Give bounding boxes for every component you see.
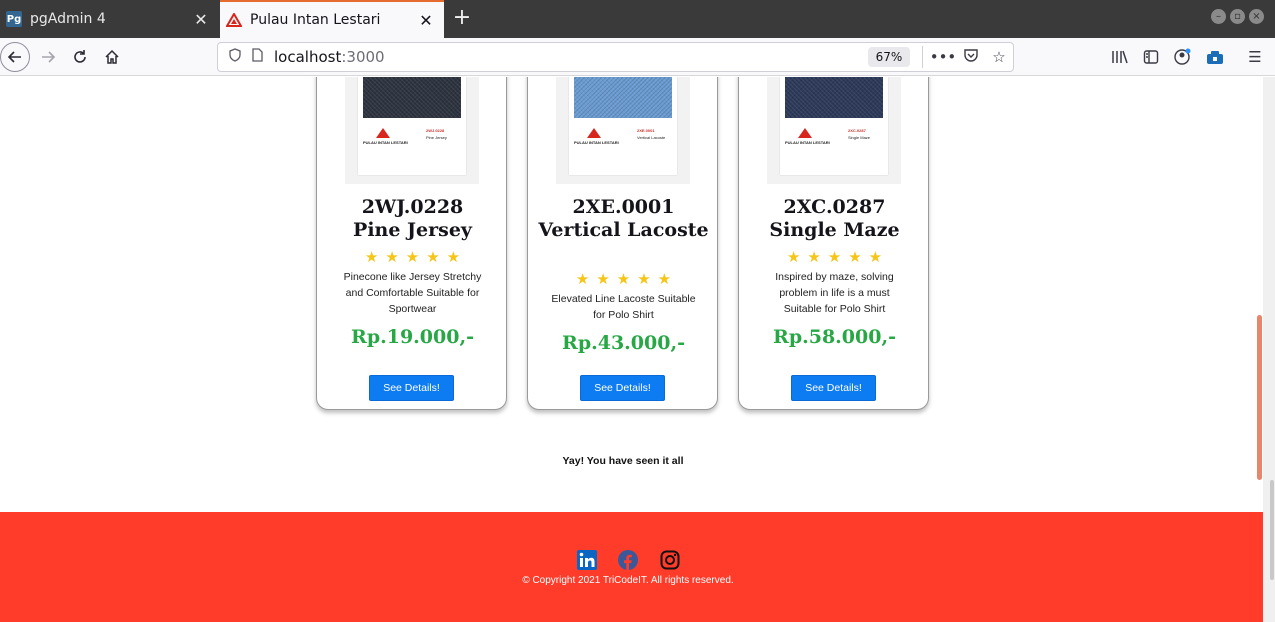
tab-title: pgAdmin 4 bbox=[30, 11, 106, 27]
product-description: Inspired by maze, solving problem in lif… bbox=[775, 271, 894, 315]
footer: © Copyright 2021 TriCodeIT. All rights r… bbox=[0, 512, 1263, 622]
swatch-card: PULAU INTAN LESTARI 2WJ.0228 Pine Jersey bbox=[358, 77, 466, 175]
product-title: 2XE.0001 Vertical Lacoste bbox=[528, 196, 719, 242]
product-image[interactable]: PULAU INTAN LESTARI 2XC.0287 Single Maze bbox=[767, 77, 901, 184]
url-separator bbox=[922, 46, 923, 68]
product-code: 2WJ.0228 bbox=[361, 196, 464, 218]
product-price: Rp.43.000,- bbox=[562, 332, 685, 354]
product-name: Vertical Lacoste bbox=[538, 219, 709, 241]
instagram-icon[interactable] bbox=[660, 550, 680, 570]
star-rating: ★★★★★ bbox=[364, 249, 468, 266]
forward-button[interactable] bbox=[33, 42, 63, 72]
minimize-icon[interactable]: – bbox=[1211, 9, 1226, 24]
new-tab-button[interactable]: + bbox=[450, 6, 474, 32]
see-details-button[interactable]: See Details! bbox=[791, 375, 876, 401]
product-code: 2XC.0287 bbox=[783, 196, 886, 218]
swatch-brand: PULAU INTAN LESTARI bbox=[785, 140, 830, 145]
fabric-swatch bbox=[574, 77, 672, 118]
forward-arrow-icon bbox=[42, 51, 56, 63]
close-window-icon[interactable]: × bbox=[1249, 9, 1264, 24]
nav-bar: localhost:3000 67% ••• ☆ ☰ bbox=[0, 38, 1275, 76]
reload-button[interactable] bbox=[65, 42, 95, 72]
swatch-brand: PULAU INTAN LESTARI bbox=[363, 140, 408, 145]
product-name: Pine Jersey bbox=[353, 219, 472, 241]
see-details-button[interactable]: See Details! bbox=[369, 375, 454, 401]
scrollbar-thumb[interactable] bbox=[1257, 315, 1262, 480]
product-name: Single Maze bbox=[769, 219, 900, 241]
swatch-logo-icon bbox=[376, 128, 390, 138]
product-price: Rp.58.000,- bbox=[773, 326, 896, 348]
tab-pulau-intan-lestari[interactable]: Pulau Intan Lestari ✕ bbox=[220, 0, 444, 38]
home-button[interactable] bbox=[97, 42, 127, 72]
pgadmin-favicon-icon: Pg bbox=[6, 11, 22, 27]
back-button[interactable] bbox=[0, 42, 30, 72]
product-code: 2XE.0001 bbox=[572, 196, 675, 218]
swatch-code: 2XE.0001 bbox=[637, 128, 655, 133]
tab-pgadmin[interactable]: Pg pgAdmin 4 ✕ bbox=[0, 0, 219, 38]
product-description: Elevated Line Lacoste Suitable for Polo … bbox=[551, 293, 696, 321]
swatch-brand: PULAU INTAN LESTARI bbox=[574, 140, 619, 145]
container-extension-icon[interactable] bbox=[1200, 42, 1230, 72]
home-icon bbox=[105, 49, 119, 64]
star-rating: ★★★★★ bbox=[786, 249, 890, 266]
close-tab-icon[interactable]: ✕ bbox=[189, 10, 213, 29]
product-price: Rp.19.000,- bbox=[351, 326, 474, 348]
product-card: PULAU INTAN LESTARI 2WJ.0228 Pine Jersey… bbox=[316, 77, 507, 410]
end-of-list-message: Yay! You have seen it all bbox=[562, 455, 684, 467]
outer-scrollbar-thumb[interactable] bbox=[1270, 480, 1274, 580]
pocket-icon[interactable] bbox=[957, 48, 985, 66]
swatch-card: PULAU INTAN LESTARI 2XC.0287 Single Maze bbox=[780, 77, 888, 175]
swatch-logo-icon bbox=[587, 128, 601, 138]
swatch-code: 2WJ.0228 bbox=[426, 128, 445, 133]
facebook-icon[interactable] bbox=[618, 550, 638, 570]
swatch-card: PULAU INTAN LESTARI 2XE.0001 Vertical La… bbox=[569, 77, 677, 175]
url-port: :3000 bbox=[341, 48, 385, 66]
swatch-logo-icon bbox=[798, 128, 812, 138]
back-arrow-icon bbox=[7, 51, 21, 63]
swatch-code: 2XC.0287 bbox=[848, 128, 866, 133]
product-description: Pinecone like Jersey Stretchy and Comfor… bbox=[343, 271, 482, 315]
library-icon[interactable] bbox=[1105, 42, 1135, 72]
fabric-swatch bbox=[785, 77, 883, 118]
menu-hamburger-icon[interactable]: ☰ bbox=[1240, 42, 1270, 72]
tab-title: Pulau Intan Lestari bbox=[250, 12, 381, 28]
see-details-button[interactable]: See Details! bbox=[580, 375, 665, 401]
linkedin-icon[interactable] bbox=[577, 550, 597, 570]
page-actions-icon[interactable]: ••• bbox=[929, 48, 957, 66]
product-card: PULAU INTAN LESTARI 2XC.0287 Single Maze… bbox=[738, 77, 929, 410]
swatch-name: Single Maze bbox=[848, 135, 871, 140]
swatch-name: Vertical Lacoste bbox=[637, 135, 666, 140]
swatch-name: Pine Jersey bbox=[426, 135, 447, 140]
page-info-icon[interactable] bbox=[246, 48, 268, 66]
zoom-level-badge[interactable]: 67% bbox=[868, 47, 910, 67]
tracking-shield-icon[interactable] bbox=[224, 48, 246, 66]
url-host: localhost bbox=[274, 48, 342, 66]
close-tab-icon[interactable]: ✕ bbox=[414, 11, 438, 30]
url-bar[interactable]: localhost:3000 67% ••• ☆ bbox=[217, 42, 1014, 72]
product-image[interactable]: PULAU INTAN LESTARI 2WJ.0228 Pine Jersey bbox=[345, 77, 479, 184]
maximize-icon[interactable]: ▫ bbox=[1230, 9, 1245, 24]
product-title: 2XC.0287 Single Maze bbox=[739, 196, 930, 242]
sidebar-icon[interactable] bbox=[1136, 42, 1166, 72]
page-content: PULAU INTAN LESTARI 2WJ.0228 Pine Jersey… bbox=[0, 77, 1263, 622]
url-text[interactable]: localhost:3000 bbox=[274, 48, 868, 66]
product-card: PULAU INTAN LESTARI 2XE.0001 Vertical La… bbox=[527, 77, 718, 410]
product-image[interactable]: PULAU INTAN LESTARI 2XE.0001 Vertical La… bbox=[556, 77, 690, 184]
pil-logo-icon bbox=[226, 12, 242, 28]
account-icon[interactable] bbox=[1168, 42, 1198, 72]
fabric-swatch bbox=[363, 77, 461, 118]
copyright-text: © Copyright 2021 TriCodeIT. All rights r… bbox=[522, 575, 734, 586]
star-rating: ★★★★★ bbox=[575, 271, 679, 288]
reload-icon bbox=[74, 50, 86, 63]
tab-bar: Pg pgAdmin 4 ✕ Pulau Intan Lestari ✕ + –… bbox=[0, 0, 1275, 38]
product-title: 2WJ.0228 Pine Jersey bbox=[317, 196, 508, 242]
bookmark-star-icon[interactable]: ☆ bbox=[985, 48, 1013, 66]
